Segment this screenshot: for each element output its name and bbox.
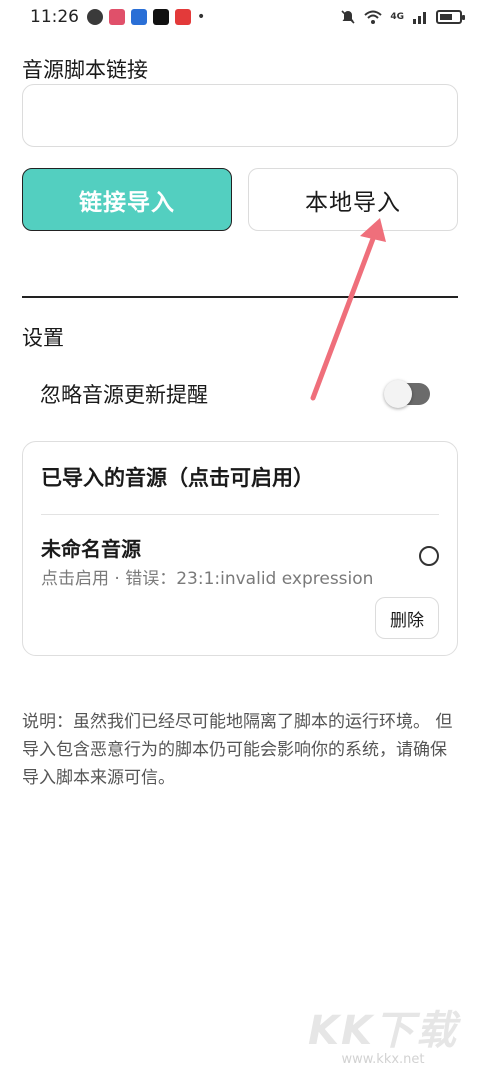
source-select-radio[interactable] [419,546,439,566]
wifi-icon [364,10,383,24]
system-icons: 4G [340,9,465,25]
source-name[interactable]: 未命名音源 [41,533,141,562]
settings-label: 设置 [22,326,64,350]
delete-source-button[interactable]: 删除 [375,597,439,639]
script-url-input[interactable] [22,84,458,147]
mute-icon [341,10,355,24]
network-type-label: 4G [390,12,404,22]
clock: 11:26 [30,7,79,27]
tiktok-icon [153,9,169,25]
card-divider [41,514,439,515]
imported-sources-title: 已导入的音源（点击可启用） [41,466,314,490]
signal-icon [413,12,426,24]
local-import-button[interactable]: 本地导入 [248,168,458,231]
wechat-icon [87,9,103,25]
watermark-logo: KK下载 [308,1008,458,1054]
security-note: 说明：虽然我们已经尽可能地隔离了脚本的运行环境。 但导入包含恶意行为的脚本仍可能… [22,712,453,788]
app-notification-icon [109,9,125,25]
toggle-knob [384,380,412,408]
screen: 11:26 • 4G 音源脚本链接 链接导入 本地导入 设置 忽略音源更新提醒 … [0,0,480,1067]
notification-icons: • [87,9,205,25]
script-url-label: 音源脚本链接 [22,58,148,82]
ignore-update-row: 忽略音源更新提醒 [40,376,430,412]
status-bar: 11:26 • 4G [0,0,480,34]
more-dots-icon: • [197,9,206,25]
source-status[interactable]: 点击启用 · 错误：23:1:invalid expression [41,564,373,589]
ignore-update-toggle[interactable] [384,380,430,408]
imported-sources-card: 已导入的音源（点击可启用） 未命名音源 点击启用 · 错误：23:1:inval… [22,441,458,656]
ignore-update-label: 忽略音源更新提醒 [40,383,208,407]
shield-app-icon [131,9,147,25]
section-divider [22,296,458,298]
watermark: KK下载 www.kkx.net [308,998,458,1067]
news-app-icon [175,9,191,25]
link-import-button[interactable]: 链接导入 [22,168,232,231]
battery-icon [436,10,465,24]
